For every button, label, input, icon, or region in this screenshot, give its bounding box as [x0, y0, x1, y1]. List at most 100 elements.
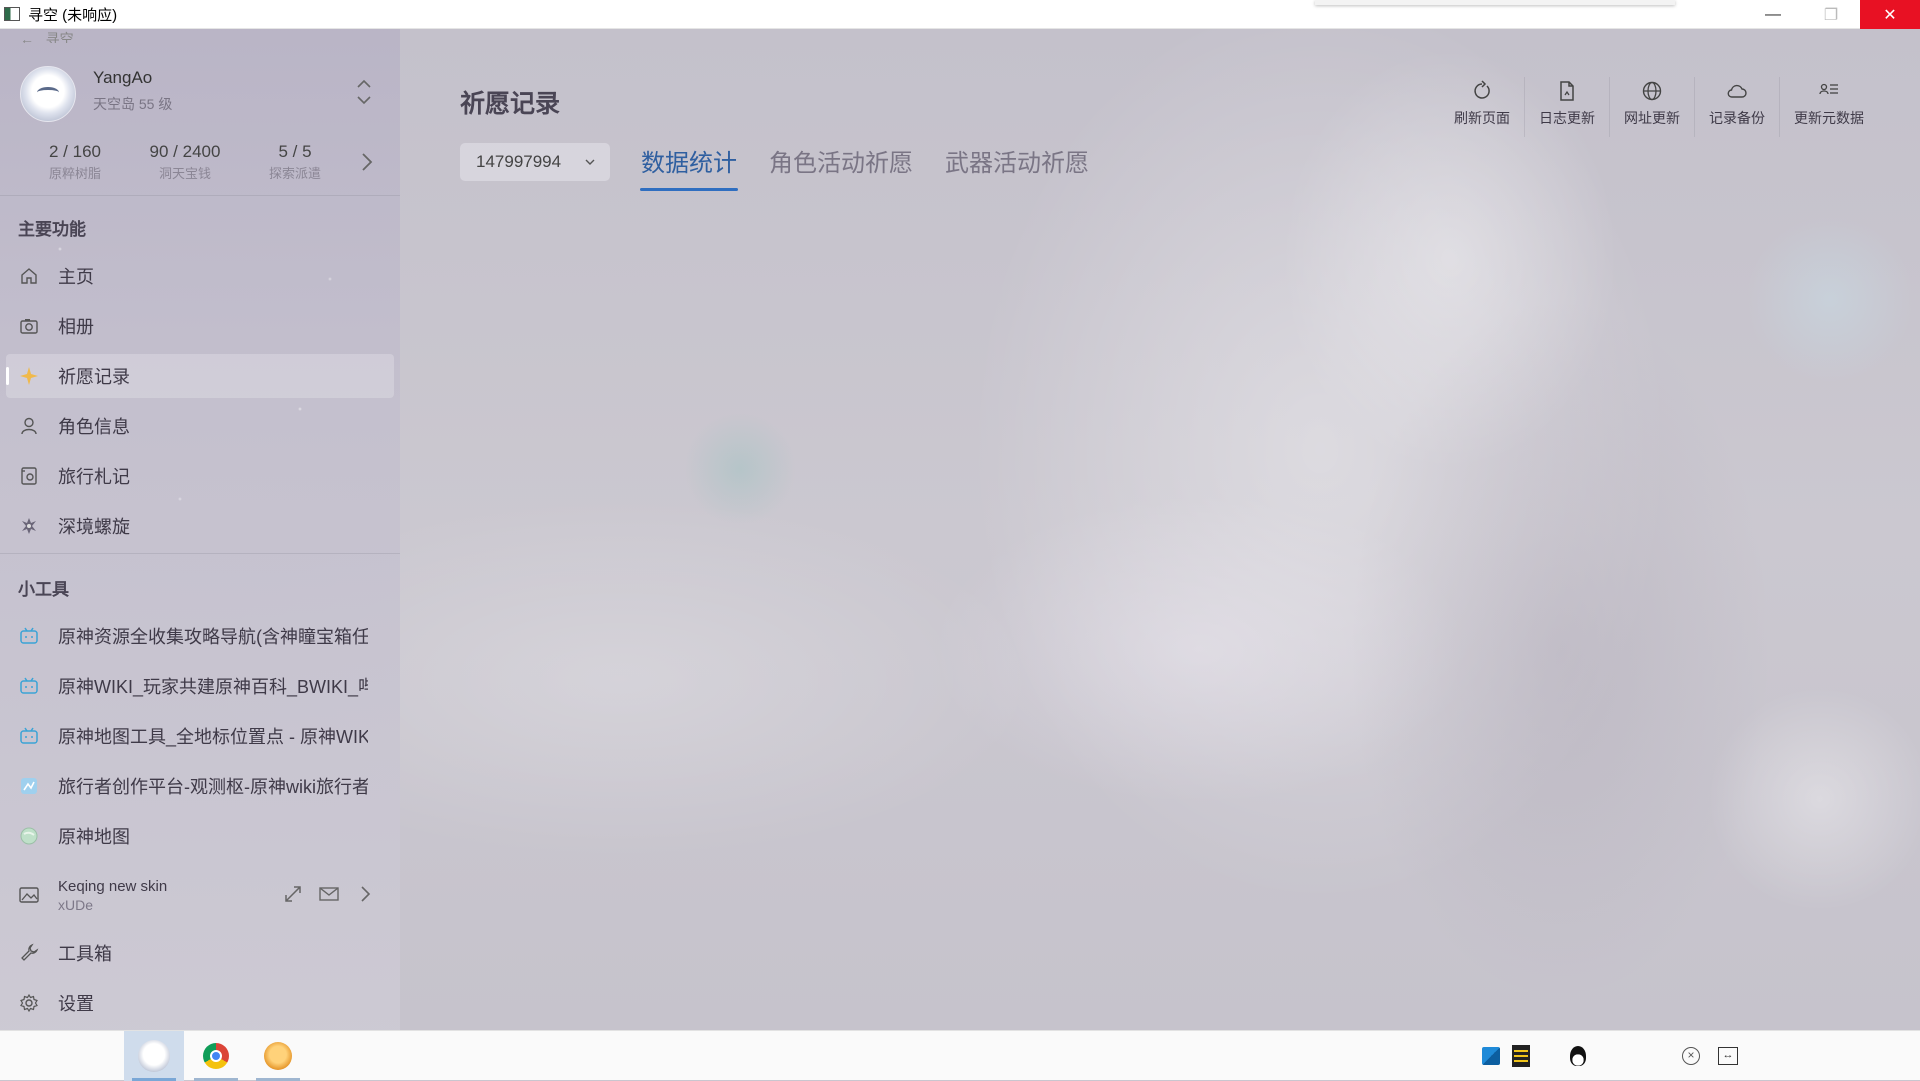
divider	[0, 195, 400, 196]
qq-icon[interactable]	[1570, 1046, 1586, 1066]
cloud-icon	[1727, 84, 1747, 98]
expand-icon[interactable]	[282, 883, 304, 905]
floating-empty-bar	[1315, 0, 1675, 5]
sidebar-item-spiral-abyss[interactable]: 深境螺旋	[6, 504, 394, 548]
back-button[interactable]: ← 寻空	[20, 29, 74, 43]
map-globe-icon	[18, 825, 40, 847]
gear-icon	[18, 992, 40, 1014]
document-icon	[1560, 81, 1574, 101]
sidebar-item-label: 祈愿记录	[58, 367, 130, 387]
globe-icon	[1642, 81, 1662, 101]
spiral-icon	[18, 515, 40, 537]
sidebar-item-label: 旅行者创作平台-观测枢-原神wiki旅行者	[58, 777, 368, 797]
url-update-button[interactable]: 网址更新	[1609, 77, 1694, 137]
stat-value: 5 / 5	[278, 142, 312, 161]
window-title: 寻空 (未响应)	[28, 6, 118, 24]
sidebar-item-label: 主页	[58, 267, 94, 287]
account-profile[interactable]: YangAo 天空岛 55 级	[20, 64, 380, 134]
restore-button[interactable]: ❐	[1802, 0, 1860, 29]
account-name: YangAo	[93, 68, 153, 87]
account-server-level: 天空岛 55 级	[93, 96, 173, 112]
taskbar-app-xunkong[interactable]	[124, 1031, 184, 1081]
refresh-icon	[1474, 80, 1490, 99]
sidebar-item-label: 相册	[58, 317, 94, 337]
tab-weapon-event-wish[interactable]: 武器活动祈愿	[944, 143, 1090, 183]
tab-character-event-wish[interactable]: 角色活动祈愿	[768, 143, 914, 183]
sidebar: ← 寻空 YangAo 天空岛 55 级 2 / 160 原粹树脂 90 / 2…	[0, 29, 400, 1030]
sidebar-item-wish-history[interactable]: 祈愿记录	[6, 354, 394, 398]
wallpaper-author: xUDe	[58, 896, 94, 913]
sidebar-item-label: 设置	[58, 994, 94, 1014]
sidebar-item-album[interactable]: 相册	[6, 304, 394, 348]
sidebar-item-label: 原神地图	[58, 827, 130, 847]
sidebar-item-toolbox[interactable]: 工具箱	[6, 931, 394, 975]
chevron-right-icon[interactable]	[359, 150, 375, 174]
stat-label: 原粹树脂	[48, 166, 101, 181]
bilibili-icon	[18, 625, 40, 647]
tool-label: 刷新页面	[1454, 110, 1510, 126]
sidebar-item-home[interactable]: 主页	[6, 254, 394, 298]
sidebar-tool-link[interactable]: 旅行者创作平台-观测枢-原神wiki旅行者	[6, 764, 394, 808]
bilibili-icon	[18, 675, 40, 697]
sidebar-item-settings[interactable]: 设置	[6, 981, 394, 1025]
sidebar-tool-link[interactable]: 原神资源全收集攻略导航(含神瞳宝箱任务	[6, 614, 394, 658]
sidebar-tool-link[interactable]: 原神地图	[6, 814, 394, 858]
close-button[interactable]: ✕	[1860, 0, 1920, 29]
close-circle-icon[interactable]: ×	[1682, 1047, 1700, 1065]
resize-icon[interactable]: ↔	[1718, 1047, 1738, 1065]
app-client-area: ← 寻空 YangAo 天空岛 55 级 2 / 160 原粹树脂 90 / 2…	[0, 29, 1920, 1030]
tool-label: 更新元数据	[1794, 110, 1864, 126]
stat-expedition: 5 / 5 探索派遣	[240, 142, 350, 182]
sidebar-item-label: 角色信息	[58, 417, 130, 437]
back-label: 寻空	[45, 31, 74, 43]
sidebar-item-label: 原神WIKI_玩家共建原神百科_BWIKI_哔哩	[58, 677, 368, 697]
window-controls: — ❐ ✕	[1744, 0, 1920, 29]
daily-note-stats: 2 / 160 原粹树脂 90 / 2400 洞天宝钱 5 / 5 探索派遣	[20, 142, 380, 182]
defender-icon[interactable]	[1482, 1047, 1500, 1065]
stat-realm-currency: 90 / 2400 洞天宝钱	[130, 142, 240, 182]
chevron-right-icon[interactable]	[354, 883, 376, 905]
sidebar-item-label: 原神地图工具_全地标位置点 - 原神WIKI_	[58, 727, 368, 747]
record-backup-button[interactable]: 记录备份	[1694, 77, 1779, 137]
sidebar-tool-link[interactable]: 原神地图工具_全地标位置点 - 原神WIKI_	[6, 714, 394, 758]
uid-value: 147997994	[476, 152, 562, 171]
section-title-main: 主要功能	[18, 220, 86, 239]
observatory-icon	[18, 775, 40, 797]
sidebar-item-label: 工具箱	[58, 944, 112, 964]
mail-icon[interactable]	[318, 883, 340, 905]
chrome-center-dot	[210, 1050, 222, 1062]
wish-toolbar: 刷新页面 日志更新 网址更新 记录备份 更新元数据	[1440, 77, 1878, 137]
minimize-button[interactable]: —	[1744, 0, 1802, 29]
switch-account-icon[interactable]	[353, 74, 375, 110]
notebook-icon	[18, 465, 40, 487]
sidebar-item-travel-notes[interactable]: 旅行札记	[6, 454, 394, 498]
tool-label: 日志更新	[1539, 110, 1595, 126]
taskbar: × ↔	[0, 1030, 1920, 1081]
uid-dropdown[interactable]: 147997994	[460, 143, 610, 181]
wallpaper-title: Keqing new skin	[58, 877, 168, 895]
wrench-icon	[18, 942, 40, 964]
page-title: 祈愿记录	[460, 90, 561, 118]
person-icon	[18, 415, 40, 437]
sidebar-item-label: 原神资源全收集攻略导航(含神瞳宝箱任务	[58, 627, 368, 647]
taskbar-app-chrome[interactable]	[186, 1031, 246, 1081]
log-update-button[interactable]: 日志更新	[1524, 77, 1609, 137]
taskbar-app-genshin[interactable]	[248, 1031, 308, 1081]
metadata-icon	[1819, 83, 1838, 95]
app-window-icon	[4, 7, 20, 21]
refresh-page-button[interactable]: 刷新页面	[1440, 77, 1524, 137]
sparkle-icon	[18, 365, 40, 387]
tab-statistics[interactable]: 数据统计	[640, 143, 738, 191]
sidebar-tool-link[interactable]: 原神WIKI_玩家共建原神百科_BWIKI_哔哩	[6, 664, 394, 708]
stat-value: 2 / 160	[49, 142, 101, 161]
stat-resin: 2 / 160 原粹树脂	[20, 142, 130, 182]
film-icon[interactable]	[1512, 1045, 1530, 1067]
wallpaper-text: Keqing new skin xUDe	[58, 878, 167, 913]
back-arrow-icon: ←	[20, 31, 46, 43]
genshin-app-icon	[264, 1042, 292, 1070]
stat-label: 洞天宝钱	[158, 166, 211, 181]
sidebar-item-characters[interactable]: 角色信息	[6, 404, 394, 448]
bilibili-icon	[18, 725, 40, 747]
wallpaper-info[interactable]: Keqing new skin xUDe	[6, 867, 394, 923]
update-metadata-button[interactable]: 更新元数据	[1779, 77, 1878, 137]
